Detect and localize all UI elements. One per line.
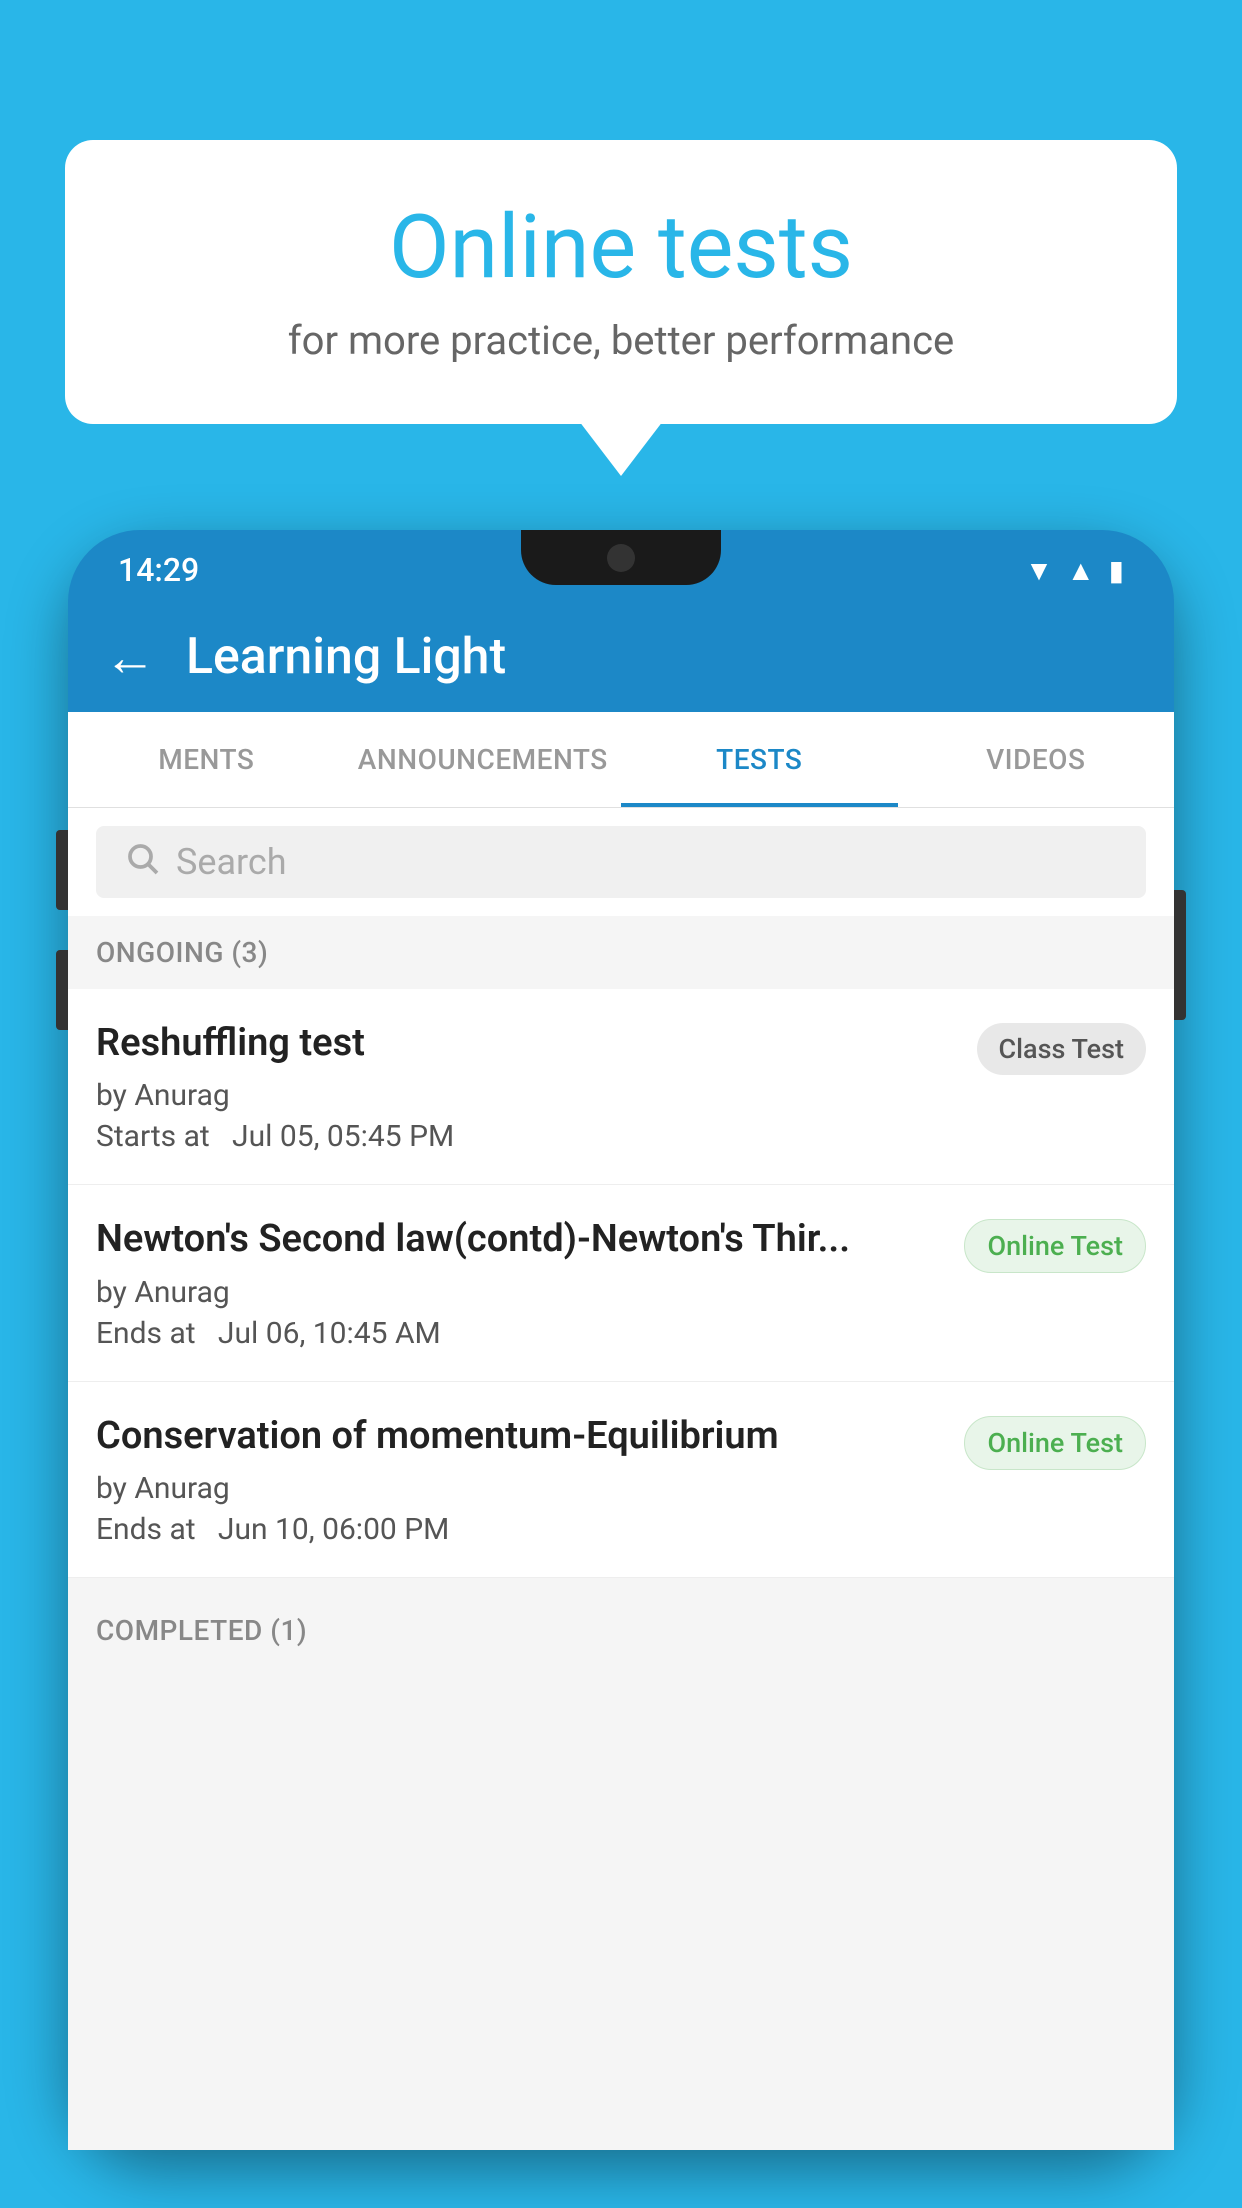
power-button[interactable] (1174, 890, 1186, 1020)
test-info-reshuffling: Reshuffling test by Anurag Starts at Jul… (96, 1019, 957, 1154)
test-badge-conservation: Online Test (964, 1416, 1146, 1470)
search-bar[interactable]: Search (96, 826, 1146, 898)
search-container: Search (68, 808, 1174, 916)
test-item-newtons[interactable]: Newton's Second law(contd)-Newton's Thir… (68, 1185, 1174, 1381)
status-icons: ▼ ▲ ▮ (1025, 554, 1124, 587)
phone-notch (521, 530, 721, 585)
completed-title: COMPLETED (1) (96, 1614, 307, 1647)
test-list: Reshuffling test by Anurag Starts at Jul… (68, 989, 1174, 1578)
wifi-icon: ▼ (1025, 554, 1053, 587)
status-time: 14:29 (118, 551, 199, 589)
tab-announcements[interactable]: ANNOUNCEMENTS (345, 712, 622, 807)
test-badge-reshuffling: Class Test (977, 1023, 1147, 1075)
tab-ments-label: MENTS (158, 743, 254, 776)
search-icon (124, 840, 160, 885)
test-time-conservation: Ends at Jun 10, 06:00 PM (96, 1512, 944, 1547)
battery-icon: ▮ (1109, 554, 1124, 587)
tab-videos-label: VIDEOS (986, 743, 1085, 776)
app-bar: ← Learning Light (68, 602, 1174, 712)
tab-tests[interactable]: TESTS (621, 712, 898, 807)
volume-up-button[interactable] (56, 830, 68, 910)
front-camera (607, 544, 635, 572)
test-info-newtons: Newton's Second law(contd)-Newton's Thir… (96, 1215, 944, 1350)
test-badge-newtons: Online Test (964, 1219, 1146, 1273)
phone-frame: 14:29 ▼ ▲ ▮ ← Learning Light MENTS ANNOU… (68, 530, 1174, 2150)
completed-section-header: COMPLETED (1) (68, 1594, 1174, 1667)
bubble-subtitle: for more practice, better performance (145, 317, 1097, 364)
volume-down-button[interactable] (56, 950, 68, 1030)
test-info-conservation: Conservation of momentum-Equilibrium by … (96, 1412, 944, 1547)
test-name-conservation: Conservation of momentum-Equilibrium (96, 1412, 944, 1461)
test-name-newtons: Newton's Second law(contd)-Newton's Thir… (96, 1215, 944, 1264)
phone-wrapper: 14:29 ▼ ▲ ▮ ← Learning Light MENTS ANNOU… (68, 530, 1174, 2208)
test-item-conservation[interactable]: Conservation of momentum-Equilibrium by … (68, 1382, 1174, 1578)
tab-tests-label: TESTS (716, 743, 802, 776)
tab-bar: MENTS ANNOUNCEMENTS TESTS VIDEOS (68, 712, 1174, 808)
test-author-newtons: by Anurag (96, 1275, 944, 1310)
test-author-conservation: by Anurag (96, 1471, 944, 1506)
signal-icon: ▲ (1067, 554, 1095, 587)
test-time-reshuffling: Starts at Jul 05, 05:45 PM (96, 1119, 957, 1154)
ongoing-section-header: ONGOING (3) (68, 916, 1174, 989)
test-author-reshuffling: by Anurag (96, 1078, 957, 1113)
test-item-reshuffling[interactable]: Reshuffling test by Anurag Starts at Jul… (68, 989, 1174, 1185)
back-button[interactable]: ← (104, 627, 156, 688)
test-name-reshuffling: Reshuffling test (96, 1019, 957, 1068)
speech-bubble-container: Online tests for more practice, better p… (65, 140, 1177, 424)
app-title: Learning Light (186, 628, 506, 686)
tab-ments[interactable]: MENTS (68, 712, 345, 807)
tab-videos[interactable]: VIDEOS (898, 712, 1175, 807)
speech-bubble: Online tests for more practice, better p… (65, 140, 1177, 424)
screen-content: Search ONGOING (3) Reshuffling test by A… (68, 808, 1174, 2150)
search-placeholder: Search (176, 841, 287, 883)
tab-announcements-label: ANNOUNCEMENTS (358, 743, 608, 776)
bubble-title: Online tests (145, 200, 1097, 297)
ongoing-title: ONGOING (3) (96, 936, 268, 969)
test-time-newtons: Ends at Jul 06, 10:45 AM (96, 1316, 944, 1351)
